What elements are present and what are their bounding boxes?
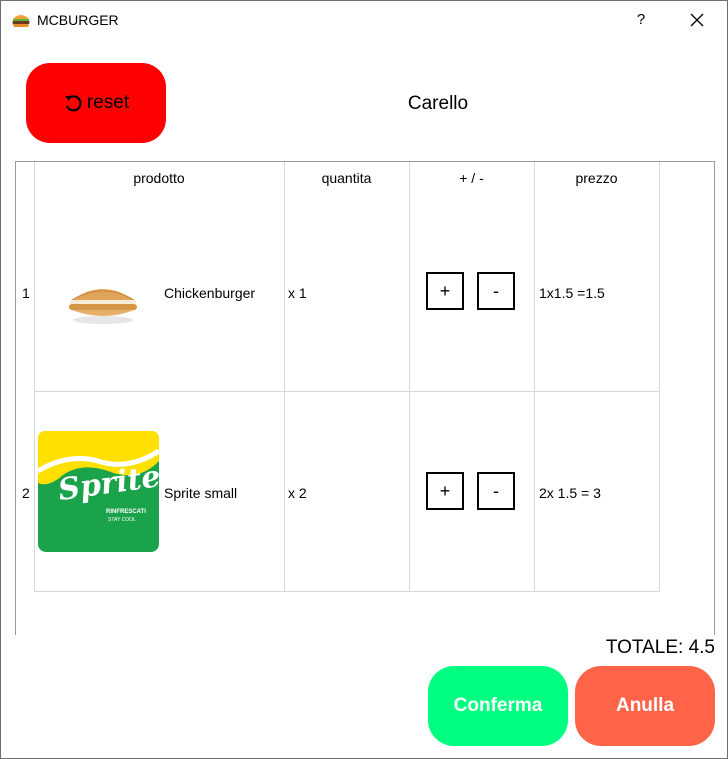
confirm-button[interactable]: Conferma [428,666,568,746]
product-name: Chickenburger [164,285,256,301]
grid-line [284,162,285,592]
row-number: 2 [22,485,30,501]
header-plus-minus: + / - [459,170,484,186]
title-bar: MCBURGER ? [1,1,727,39]
burger-icon [11,11,31,29]
help-button[interactable]: ? [629,7,653,33]
header-prezzo: prezzo [575,170,618,186]
price-value: 1x1.5 =1.5 [539,285,605,301]
increase-button[interactable]: + [426,472,464,510]
decrease-button[interactable]: - [477,272,515,310]
product-name: Sprite small [164,485,238,501]
quantity-value: x 2 [288,485,307,501]
close-button[interactable] [683,7,711,33]
main-window: MCBURGER ? reset Carello prodotto quanti… [0,0,728,759]
cart-title: Carello [407,93,469,114]
sprite-subtagline: STAY COOL [108,517,136,523]
sprite-can-image: Sprite RINFRESCATI STAY COOL [36,431,163,552]
header-quantita: quantita [321,170,372,186]
grid-line [34,391,660,392]
grid-line [34,162,35,592]
total-label: TOTALE: 4.5 [605,637,715,658]
grid-line [34,591,660,592]
increase-button[interactable]: + [426,272,464,310]
price-value: 2x 1.5 = 3 [539,485,601,501]
decrease-button[interactable]: - [477,472,515,510]
header-prodotto: prodotto [133,170,185,186]
window-title: MCBURGER [37,12,119,28]
grid-line [534,162,535,592]
cancel-button[interactable]: Anulla [575,666,715,746]
rotate-ccw-icon [64,95,82,112]
reset-label: reset [86,92,130,113]
grid-line [409,162,410,592]
row-number: 1 [22,285,30,301]
quantity-value: x 1 [288,285,307,301]
reset-button[interactable]: reset [26,63,166,143]
chicken-burger-image [64,276,142,328]
cart-table: prodotto quantita + / - prezzo 1 Chicken… [15,161,715,635]
close-icon [690,13,704,27]
grid-line [659,162,660,592]
sprite-tagline: RINFRESCATI [106,509,146,515]
